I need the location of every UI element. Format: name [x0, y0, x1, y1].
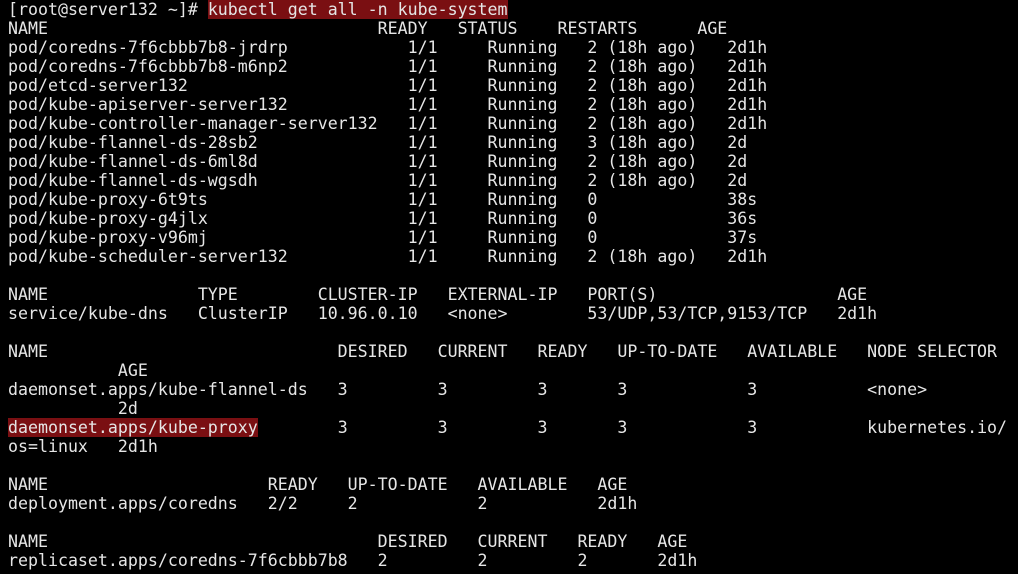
- pod-row: pod/kube-controller-manager-server132 1/…: [8, 114, 768, 133]
- daemonsets-table-header: NAME DESIRED CURRENT READY UP-TO-DATE AV…: [8, 342, 998, 361]
- replicasets-table-header: NAME DESIRED CURRENT READY AGE: [8, 532, 688, 551]
- daemonset-row-wrap: os=linux 2d1h: [8, 437, 158, 456]
- shell-prompt: [root@server132 ~]#: [8, 0, 208, 19]
- pod-row: pod/kube-apiserver-server132 1/1 Running…: [8, 95, 768, 114]
- pod-row: pod/kube-proxy-6t9ts 1/1 Running 0 38s: [8, 190, 758, 209]
- deployments-table-header: NAME READY UP-TO-DATE AVAILABLE AGE: [8, 475, 628, 494]
- daemonset-row-values: 3 3 3 3 3 kubernetes.io/: [257, 418, 1008, 437]
- pod-row: pod/kube-flannel-ds-6ml8d 1/1 Running 2 …: [8, 152, 748, 171]
- pod-row: pod/coredns-7f6cbbb7b8-jrdrp 1/1 Running…: [8, 38, 768, 57]
- highlighted-command: kubectl get all -n kube-system: [207, 0, 508, 19]
- terminal-window[interactable]: [root@server132 ~]# kubectl get all -n k…: [0, 0, 1018, 574]
- command-line: [root@server132 ~]# kubectl get all -n k…: [8, 0, 508, 19]
- services-table-header: NAME TYPE CLUSTER-IP EXTERNAL-IP PORT(S)…: [8, 285, 868, 304]
- pod-row: pod/etcd-server132 1/1 Running 2 (18h ag…: [8, 76, 768, 95]
- daemonset-row-wrap: 2d: [8, 399, 138, 418]
- pod-row: pod/kube-scheduler-server132 1/1 Running…: [8, 247, 768, 266]
- pod-row: pod/kube-proxy-g4jlx 1/1 Running 0 36s: [8, 209, 758, 228]
- pods-table-header: NAME READY STATUS RESTARTS AGE: [8, 19, 728, 38]
- service-row: service/kube-dns ClusterIP 10.96.0.10 <n…: [8, 304, 878, 323]
- daemonsets-header-wrap: AGE: [8, 361, 148, 380]
- pod-row: pod/kube-proxy-v96mj 1/1 Running 0 37s: [8, 228, 758, 247]
- pod-row: pod/kube-flannel-ds-28sb2 1/1 Running 3 …: [8, 133, 748, 152]
- pod-row: pod/kube-flannel-ds-wgsdh 1/1 Running 2 …: [8, 171, 748, 190]
- pod-row: pod/coredns-7f6cbbb7b8-m6np2 1/1 Running…: [8, 57, 768, 76]
- daemonset-row: daemonset.apps/kube-flannel-ds 3 3 3 3 3…: [8, 380, 928, 399]
- deployment-row: deployment.apps/coredns 2/2 2 2 2d1h: [8, 494, 638, 513]
- daemonset-row-highlighted: daemonset.apps/kube-proxy 3 3 3 3 3 kube…: [8, 418, 1007, 437]
- replicaset-row: replicaset.apps/coredns-7f6cbbb7b8 2 2 2…: [8, 551, 698, 570]
- highlighted-daemonset-name: daemonset.apps/kube-proxy: [8, 418, 258, 437]
